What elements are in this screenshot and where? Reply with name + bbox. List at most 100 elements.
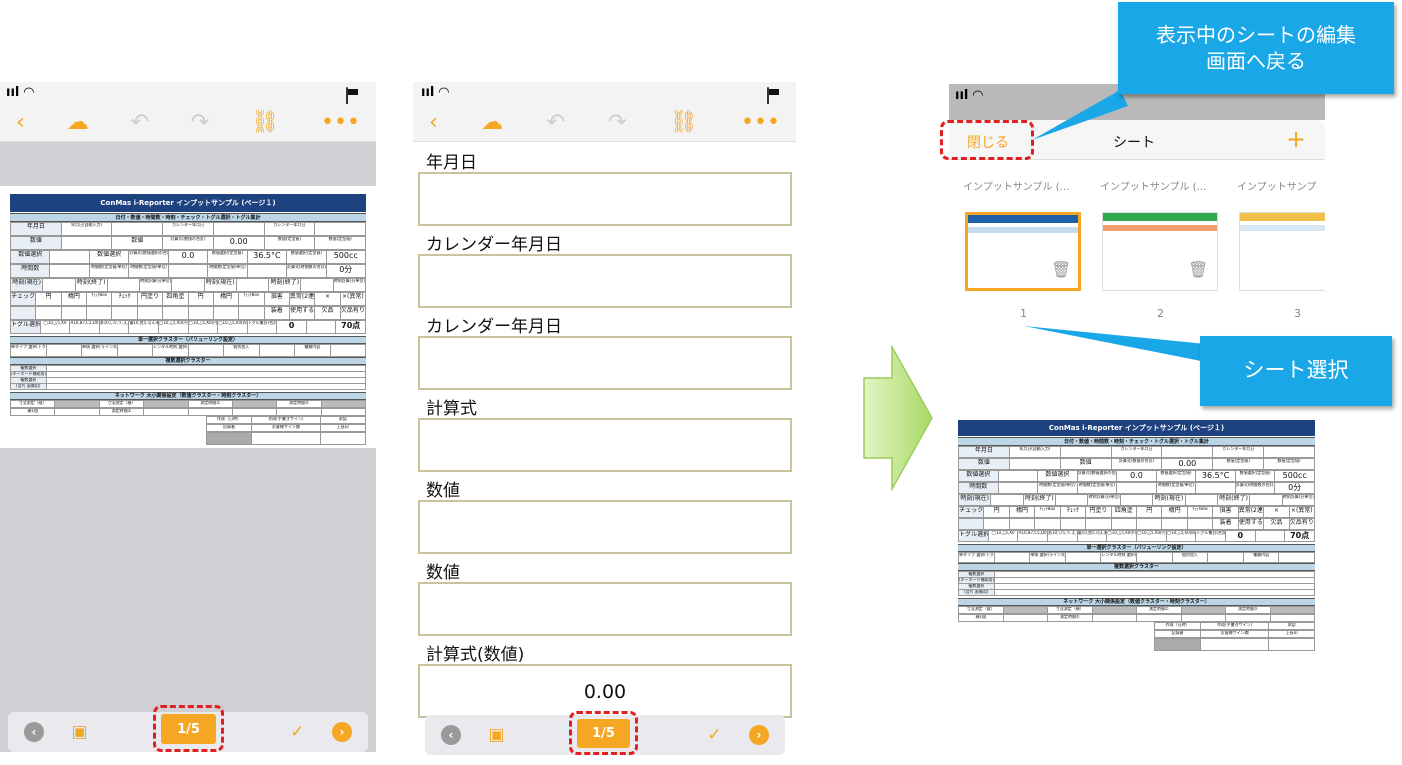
sign-box[interactable] — [1200, 639, 1270, 651]
back-icon[interactable]: ‹ — [16, 110, 25, 135]
sheet-cell: 時刻(現在) — [11, 279, 44, 292]
top-toolbar: ‹ ☁ ↶ ↷ ⛓ ••• — [0, 104, 376, 142]
next-page-icon[interactable]: › — [748, 725, 769, 745]
field-input[interactable] — [418, 254, 792, 308]
sign-box[interactable] — [206, 433, 253, 445]
section-date-numbers: 日付・数値・時間数・時刻・チェック・トグル選択・トグル集計 — [958, 437, 1315, 446]
top-toolbar: ‹ ☁ ↶ ↷ ⛓ ••• — [413, 104, 796, 142]
sheet-cell: (音片 画像用) — [11, 384, 47, 390]
add-sheet-button[interactable]: + — [1286, 125, 1306, 153]
field-input[interactable] — [418, 500, 792, 554]
field-input[interactable] — [418, 172, 792, 226]
trash-icon[interactable]: 🗑 — [1051, 260, 1071, 279]
callout-pointer — [1024, 326, 1206, 362]
sheet-cell — [330, 345, 366, 357]
sheet-cell — [112, 223, 164, 236]
sign-box[interactable] — [252, 433, 321, 445]
sheet-row: 数値選択 数値選択 計算式(数値選択の合計) 0.0 数値選択(定型値) 36.5°C 数値… — [958, 470, 1315, 482]
sheet-cell — [213, 223, 265, 236]
sheet-preview[interactable]: ConMas i-Reporter インプットサンプル (ページ１) 日付・数値… — [958, 420, 1315, 655]
sheet-name-label: インプットサンプル (… — [1100, 182, 1207, 193]
field-input[interactable] — [418, 418, 792, 472]
sheet-cell: 測定時間① — [188, 401, 233, 408]
sheet-cell — [1009, 459, 1061, 470]
sign-box[interactable] — [1155, 639, 1201, 651]
field-input[interactable]: 0.00 — [418, 664, 792, 718]
field-label: 数値 — [426, 563, 460, 583]
sheet-cell — [168, 265, 209, 278]
next-page-icon[interactable]: › — [331, 722, 352, 742]
sheet-cell: 0.00 — [1162, 459, 1214, 470]
more-icon[interactable]: ••• — [321, 110, 360, 135]
sheet-thumbnail[interactable] — [965, 212, 1081, 291]
field-input[interactable] — [418, 582, 792, 636]
sheet-cell: トグル選択 — [11, 321, 41, 334]
cloud-icon[interactable]: ☁ — [481, 110, 503, 135]
page-indicator-button[interactable]: 1/5 — [577, 719, 630, 748]
link-icon[interactable]: ⛓ — [670, 110, 698, 135]
sheet-cell: 0分 — [1275, 483, 1315, 494]
sheet-cell: 円塗り — [137, 293, 164, 306]
sheet-cell — [1264, 447, 1315, 458]
sheet-thumbnail[interactable] — [1239, 212, 1325, 291]
cloud-icon[interactable]: ☁ — [67, 110, 89, 135]
sheet-cell: 0 — [1225, 531, 1256, 542]
more-icon[interactable]: ••• — [741, 110, 780, 135]
sheet-cell — [1065, 553, 1102, 563]
prev-page-icon[interactable]: ‹ — [24, 722, 44, 742]
complete-check-icon[interactable]: ✓ — [290, 722, 304, 742]
sheet-thumbnail[interactable] — [1102, 212, 1218, 291]
field-input[interactable] — [418, 336, 792, 390]
sheet-cell: ﾁｪｯｸBox — [1035, 507, 1061, 518]
sheet-cell: 損害 — [264, 293, 290, 306]
redo-icon[interactable]: ↷ — [191, 110, 209, 135]
save-icon[interactable]: ▣ — [72, 722, 88, 742]
sheet-cell — [11, 307, 37, 320]
sheet-cell: 楕円 — [213, 293, 240, 306]
sheet-cell — [1208, 553, 1244, 563]
link-icon[interactable]: ⛓ — [251, 110, 279, 135]
sign-cell: 承認 — [1269, 623, 1315, 630]
sheet-cell — [1117, 483, 1157, 494]
sheet-cell — [1092, 607, 1137, 614]
redo-icon[interactable]: ↷ — [608, 110, 626, 135]
sheet-row: 数値 数値 計算式(数値の合計) 0.00 数値(定型値) 数値(定型値) — [958, 458, 1315, 470]
sheet-cell: 損害 — [1213, 507, 1239, 518]
sheet-cell: 時刻(終了) — [1217, 495, 1251, 506]
complete-check-icon[interactable]: ✓ — [707, 725, 721, 745]
sheet-cell — [236, 279, 270, 292]
trash-icon[interactable]: 🗑 — [1188, 260, 1208, 279]
sheet-cell: ﾁｪｯｸBox — [87, 293, 113, 306]
sheet-cell: 36.5°C — [247, 251, 288, 264]
undo-icon[interactable]: ↶ — [546, 110, 564, 135]
sheet-preview[interactable]: ConMas i-Reporter インプットサンプル (ページ１) 日付・数値… — [0, 186, 376, 448]
back-icon[interactable]: ‹ — [429, 110, 438, 135]
sign-box[interactable] — [1269, 639, 1315, 651]
sheet-cell — [991, 495, 1024, 506]
save-icon[interactable]: ▣ — [489, 725, 505, 745]
sheet-cell: 年月日(自動入力) — [61, 223, 113, 236]
page-indicator-button[interactable]: 1/5 — [161, 714, 216, 744]
sheet-cell: 年月日(自動入力) — [1009, 447, 1061, 458]
sheet-cell: 0.0 — [168, 251, 209, 264]
sheet-cell: 四角塗 — [163, 293, 189, 306]
sheet-row: 単タイプ 選択(トグル式) 単項 選択(ライン式) レンタル時刻 選択(ロール式) 個… — [958, 552, 1315, 563]
sheet-cell: 異常(2連) — [1238, 507, 1265, 518]
sheet-row: 時刻(現在) 時刻(終了) 時刻計算(分単位) 時刻(現在) 時刻(終了) 時刻計算(分単… — [958, 494, 1315, 506]
prev-page-icon[interactable]: ‹ — [441, 725, 461, 745]
sheet-cell: 計算式(数値選択の合計) — [129, 251, 169, 264]
sheet-cell: 数値選択 — [1038, 471, 1078, 482]
sheet-cell: 測定時間① — [1137, 607, 1182, 614]
sheet-cell: 楕円 — [1009, 507, 1036, 518]
sheet-cell — [188, 409, 233, 416]
sheet-cell: 計算式(数値の合計) — [163, 237, 214, 250]
sheet-cell — [188, 345, 224, 357]
sign-box[interactable] — [320, 433, 366, 445]
sheet-cell — [1009, 519, 1036, 530]
undo-icon[interactable]: ↶ — [131, 110, 149, 135]
sign-block: 作成（日時） 作成(手書きサイン) 承認 記録者 お客様サイン欄 上長印 — [1154, 622, 1315, 651]
sheet-cell — [1279, 553, 1315, 563]
sheet-cell: 0分 — [326, 265, 366, 278]
field-label: カレンダー年月日 — [426, 317, 562, 337]
sheet-cell — [1185, 495, 1218, 506]
